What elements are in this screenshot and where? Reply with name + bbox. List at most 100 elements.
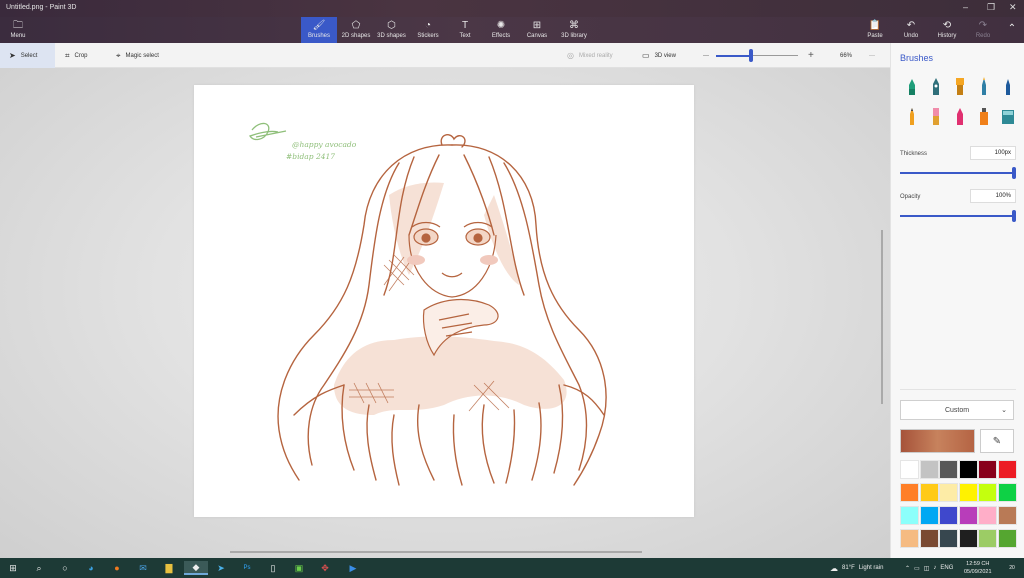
tab-canvas[interactable]: ⊞ Canvas	[524, 17, 550, 43]
eyedropper-button[interactable]: ✎	[980, 429, 1014, 453]
thickness-slider-thumb[interactable]	[1012, 167, 1016, 179]
color-swatch[interactable]	[939, 483, 958, 502]
zoom-out-button[interactable]: —	[703, 43, 709, 68]
undo-button[interactable]: ↶ Undo	[900, 17, 922, 43]
color-swatch[interactable]	[919, 460, 939, 479]
tab-2d-shapes[interactable]: ⬠ 2D shapes	[340, 17, 372, 43]
menu-button[interactable]: 🗀 Menu	[4, 17, 32, 43]
spray-can-icon[interactable]	[977, 107, 991, 125]
oil-brush-icon[interactable]	[953, 77, 967, 95]
color-swatch[interactable]	[919, 506, 939, 525]
color-swatch[interactable]	[997, 460, 1017, 479]
notepad-icon[interactable]: ▯	[266, 561, 280, 575]
color-swatch[interactable]	[978, 506, 997, 525]
mail-icon[interactable]: ✉	[136, 561, 150, 575]
color-swatch[interactable]	[900, 460, 919, 479]
tab-effects-label: Effects	[491, 33, 511, 39]
clock[interactable]: 12:59 CH 05/09/2021	[964, 560, 992, 576]
eraser-icon[interactable]	[929, 107, 943, 125]
color-mode-dropdown[interactable]: Custom ⌄	[900, 400, 1014, 420]
redo-button[interactable]: ↷ Redo	[972, 17, 994, 43]
opacity-label: Opacity	[900, 194, 921, 200]
color-swatch[interactable]	[919, 483, 939, 502]
close-button[interactable]: ✕	[1009, 2, 1017, 13]
clock-time: 12:59 CH	[966, 561, 990, 567]
thickness-input[interactable]: 100px	[970, 146, 1016, 160]
mixed-reality-button[interactable]: ◎ Mixed reality	[567, 43, 613, 68]
search-icon[interactable]: ⌕	[32, 561, 46, 575]
cortana-icon[interactable]: ○	[58, 561, 72, 575]
collapse-ribbon-button[interactable]: ⌃	[1004, 17, 1020, 43]
color-swatch[interactable]	[978, 529, 997, 548]
current-color-swatch[interactable]	[900, 429, 975, 453]
battery-icon[interactable]: ▭	[914, 565, 920, 572]
vertical-scrollbar[interactable]	[881, 230, 883, 404]
photoshop-icon[interactable]: Ps	[240, 561, 254, 575]
tab-effects[interactable]: ✺ Effects	[488, 17, 514, 43]
color-swatch[interactable]	[997, 506, 1017, 525]
zoom-in-button[interactable]: +	[808, 43, 814, 68]
thickness-slider-track[interactable]	[900, 172, 1016, 174]
pixel-pen-icon[interactable]	[1001, 77, 1015, 95]
crayon-icon[interactable]	[953, 107, 967, 125]
select-tool[interactable]: ➤ Select	[0, 43, 55, 68]
color-swatch[interactable]	[900, 506, 919, 525]
signature-handle: @happy avocado	[292, 140, 357, 149]
maximize-button[interactable]: ❐	[987, 2, 995, 13]
color-swatch[interactable]	[997, 529, 1017, 548]
color-swatch[interactable]	[939, 529, 958, 548]
notification-icon[interactable]: 20	[1005, 561, 1019, 575]
view-3d-button[interactable]: ▭ 3D view	[642, 43, 676, 68]
crop-label: Crop	[74, 52, 88, 59]
history-button[interactable]: ⟲ History	[935, 17, 959, 43]
firefox-icon[interactable]: ●	[110, 561, 124, 575]
color-swatch[interactable]	[900, 529, 919, 548]
color-swatch[interactable]	[958, 506, 978, 525]
windows-start-icon[interactable]: ⊞	[6, 561, 20, 575]
marker-brush-icon[interactable]	[905, 77, 919, 95]
color-swatch[interactable]	[997, 483, 1017, 502]
zoom-icon[interactable]: ▶	[346, 561, 360, 575]
tab-3d-shapes[interactable]: ⬡ 3D shapes	[375, 17, 408, 43]
horizontal-scrollbar[interactable]	[230, 551, 642, 553]
crop-tool[interactable]: ⌗ Crop	[63, 43, 88, 68]
weather-widget[interactable]: ☁ 81°F Light rain	[830, 558, 883, 578]
color-swatch[interactable]	[958, 529, 978, 548]
tab-3d-library[interactable]: ⌘ 3D library	[558, 17, 590, 43]
color-swatch[interactable]	[919, 529, 939, 548]
edge-browser-icon[interactable]: ◕	[84, 561, 98, 575]
color-swatch[interactable]	[939, 460, 958, 479]
volume-icon[interactable]: ♪	[933, 565, 936, 571]
color-swatch[interactable]	[958, 483, 978, 502]
green-app-icon[interactable]: ▣	[292, 561, 306, 575]
chevron-down-icon: ⌄	[1001, 407, 1007, 414]
tab-stickers[interactable]: ◔ Stickers	[413, 17, 443, 43]
color-swatch[interactable]	[978, 483, 997, 502]
drawing-canvas[interactable]: @happy avocado #bidap 2417	[194, 85, 694, 517]
file-explorer-icon[interactable]: ▇	[162, 561, 176, 575]
telegram-icon[interactable]: ➤	[214, 561, 228, 575]
pencil-icon[interactable]	[905, 107, 919, 125]
color-swatch[interactable]	[958, 460, 978, 479]
chevron-up-icon[interactable]: ⌃	[905, 565, 910, 572]
language-indicator[interactable]: ENG	[940, 565, 953, 571]
opacity-slider-track[interactable]	[900, 215, 1016, 217]
magic-select-tool[interactable]: ⌖ Magic select	[116, 43, 159, 68]
opacity-input[interactable]: 100%	[970, 189, 1016, 203]
calligraphy-pen-icon[interactable]	[929, 77, 943, 95]
multi-app-icon[interactable]: ✥	[318, 561, 332, 575]
zoom-slider-thumb[interactable]	[749, 49, 754, 62]
opacity-slider-thumb[interactable]	[1012, 210, 1016, 222]
watercolor-icon[interactable]	[977, 77, 991, 95]
minimize-button[interactable]: –	[963, 2, 968, 12]
more-options-button[interactable]: ···	[869, 43, 875, 68]
network-icon[interactable]: ◫	[924, 565, 930, 572]
fill-bucket-icon[interactable]	[1001, 107, 1015, 125]
tab-text[interactable]: T Text	[452, 17, 478, 43]
color-swatch[interactable]	[900, 483, 919, 502]
tab-brushes[interactable]: 🖌 Brushes	[301, 17, 337, 43]
paste-button[interactable]: 📋 Paste	[864, 17, 886, 43]
color-swatch[interactable]	[939, 506, 958, 525]
paint-3d-taskbar-icon[interactable]: ◆	[184, 561, 208, 575]
color-swatch[interactable]	[978, 460, 997, 479]
